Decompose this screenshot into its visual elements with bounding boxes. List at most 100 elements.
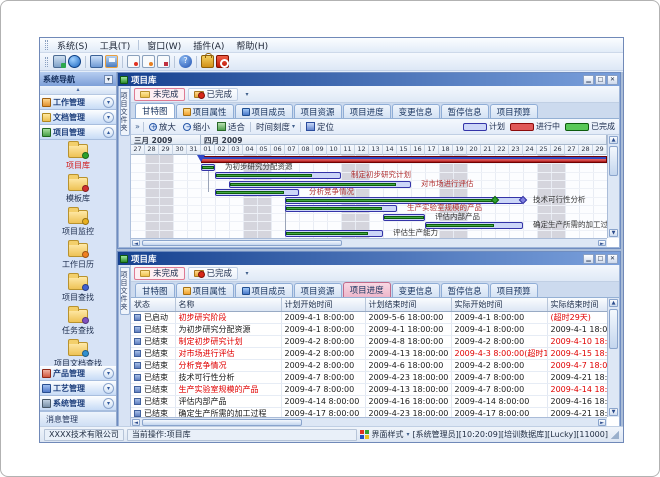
close-button[interactable]: ✕ [607,75,618,85]
window-titlebar[interactable]: 项目库 ▁ □ ✕ [118,252,620,265]
chevron-up-icon[interactable]: ▴ [103,127,114,138]
tab-progress[interactable]: 项目进度 [343,104,391,118]
folder-tab-unfinished[interactable]: 未完成 [134,88,185,101]
minimize-button[interactable]: ▁ [583,254,594,264]
scroll-thumb[interactable] [609,309,618,349]
menu-item-4[interactable]: 帮助(H) [230,39,274,52]
column-header-2[interactable]: 计划开始时间 [281,298,365,311]
tab-pauses[interactable]: 暂停信息 [441,283,489,297]
tab-resources[interactable]: 项目资源 [294,283,342,297]
tab-properties[interactable]: 项目属性 [176,104,234,118]
resize-grip[interactable] [611,431,619,439]
scroll-thumb[interactable] [142,240,342,246]
menu-item-3[interactable]: 插件(A) [187,39,230,52]
table-vertical-scrollbar[interactable]: ▲ ▼ [607,298,619,417]
doc-check-icon[interactable] [142,55,155,68]
project-folder-vertical-tab[interactable]: 项目文件夹 [120,88,130,136]
sidebar-group-process-management[interactable]: 工艺管理▾ [40,381,116,396]
folder-tab-overflow-icon[interactable]: ▾ [241,91,253,98]
help-icon[interactable] [179,55,192,68]
monitor-icon[interactable] [53,55,66,68]
sidebar-collapse-icon[interactable]: ▴ [40,86,116,95]
tab-changes[interactable]: 变更信息 [392,283,440,297]
sidebar-group-document-management[interactable]: 文档管理▾ [40,110,116,125]
scroll-left-icon[interactable]: ◄ [132,240,140,246]
tab-budget[interactable]: 项目预算 [490,283,538,297]
gantt-body[interactable]: 为初步研究分配资源制定初步研究计划对市场进行评估分析竞争情况技术可行性分析生产实… [131,155,607,238]
scroll-down-icon[interactable]: ▼ [609,229,618,237]
menu-item-2[interactable]: 窗口(W) [141,39,187,52]
maximize-button[interactable]: □ [595,254,606,264]
tab-resources[interactable]: 项目资源 [294,104,342,118]
column-header-3[interactable]: 计划结束时间 [365,298,451,311]
table-row[interactable]: 已结束确定生产所需的加工过程2009-4-17 8:00:002009-4-23… [131,407,607,417]
gantt-horizontal-scrollbar[interactable]: ◄ ► [131,238,607,247]
chevron-down-icon[interactable]: ▾ [103,368,114,379]
tab-budget[interactable]: 项目预算 [490,104,538,118]
column-header-1[interactable]: 名称 [175,298,281,311]
scroll-right-icon[interactable]: ► [598,240,606,246]
maximize-button[interactable]: □ [595,75,606,85]
sidebar-item-work-calendar[interactable]: 工作日历 [40,240,116,273]
toolbar-overflow-icon[interactable]: » [135,122,140,131]
table-row[interactable]: 已结束评估内部产品2009-4-14 8:00:002009-4-16 18:0… [131,395,607,407]
fit-button[interactable]: 适合 [215,121,247,133]
table-row[interactable]: 已结束技术可行性分析2009-4-7 8:00:002009-4-23 18:0… [131,371,607,383]
scroll-down-icon[interactable]: ▼ [609,408,618,416]
table-row[interactable]: 已启动初步研究阶段2009-4-1 8:00:002009-5-6 18:00:… [131,311,607,323]
zoom-in-button[interactable]: 放大 [147,121,178,133]
close-button[interactable]: ✕ [607,254,618,264]
table-row[interactable]: 已结束生产实验室规模的产品2009-4-7 8:00:002009-4-13 1… [131,383,607,395]
table-row[interactable]: 已结束制定初步研究计划2009-4-2 8:00:002009-4-8 18:0… [131,335,607,347]
scroll-up-icon[interactable]: ▲ [609,136,618,144]
tab-members[interactable]: 项目成员 [235,104,293,118]
sidebar-item-template-library[interactable]: 模板库 [40,174,116,207]
folder-tab-unfinished[interactable]: 未完成 [134,267,185,280]
scroll-up-icon[interactable]: ▲ [609,299,618,307]
lock-icon[interactable] [201,55,214,68]
sidebar-group-system-management[interactable]: 系统管理▾ [40,396,116,411]
tab-progress[interactable]: 项目进度 [343,282,391,297]
table-row[interactable]: 已结束为初步研究分配资源2009-4-1 8:00:002009-4-1 18:… [131,323,607,335]
window-titlebar[interactable]: 项目库 ▁ □ ✕ [118,73,620,86]
tab-pauses[interactable]: 暂停信息 [441,104,489,118]
folder-open-icon[interactable] [90,55,103,68]
globe-icon[interactable] [68,55,81,68]
doc-mail-icon[interactable] [157,55,170,68]
chevron-down-icon[interactable]: ▾ [407,431,410,438]
sidebar-group-work-management[interactable]: 工作管理▾ [40,95,116,110]
chevron-down-icon[interactable]: ▾ [103,398,114,409]
chevron-down-icon[interactable]: ▾ [103,112,114,123]
scroll-right-icon[interactable]: ► [598,419,606,426]
sidebar-menu-icon[interactable]: ▾ [104,75,113,84]
minimize-button[interactable]: ▁ [583,75,594,85]
save-icon[interactable] [105,55,118,68]
table-row[interactable]: 已结束分析竞争情况2009-4-2 8:00:002009-4-6 18:00:… [131,359,607,371]
zoom-out-button[interactable]: 缩小 [181,121,212,133]
sidebar-group-product-management[interactable]: 产品管理▾ [40,366,116,381]
menu-item-1[interactable]: 工具(T) [94,39,137,52]
column-header-4[interactable]: 实际开始时间 [451,298,547,311]
sidebar-tab-messages[interactable]: 消息管理 [40,411,116,426]
project-folder-vertical-tab[interactable]: 项目文件夹 [120,267,130,315]
gantt-vertical-scrollbar[interactable]: ▲ ▼ [607,135,619,238]
table-row[interactable]: 已结束对市场进行评估2009-4-2 8:00:002009-4-13 18:0… [131,347,607,359]
folder-tab-finished[interactable]: 已完成 [188,88,239,101]
sidebar-item-project-search[interactable]: 项目查找 [40,273,116,306]
scroll-thumb[interactable] [609,146,618,176]
time-scale-button[interactable]: 时间刻度▾ [254,121,297,133]
tab-gantt[interactable]: 甘特图 [135,103,175,118]
scroll-thumb[interactable] [142,419,302,426]
column-header-5[interactable]: 实际结束时间 [547,298,607,311]
doc-new-icon[interactable] [127,55,140,68]
tab-gantt[interactable]: 甘特图 [135,283,175,297]
scroll-left-icon[interactable]: ◄ [132,419,140,426]
tab-changes[interactable]: 变更信息 [392,104,440,118]
sidebar-group-project-management[interactable]: 项目管理▴ [40,125,116,140]
sidebar-item-task-search[interactable]: 任务查找 [40,306,116,339]
chevron-down-icon[interactable]: ▾ [103,383,114,394]
sidebar-item-project-monitor[interactable]: 项目监控 [40,207,116,240]
exit-icon[interactable] [216,55,229,68]
sidebar-item-project-library[interactable]: 项目库 [40,141,116,174]
sidebar-item-project-doc-search[interactable]: 项目文档查找 [40,339,116,366]
